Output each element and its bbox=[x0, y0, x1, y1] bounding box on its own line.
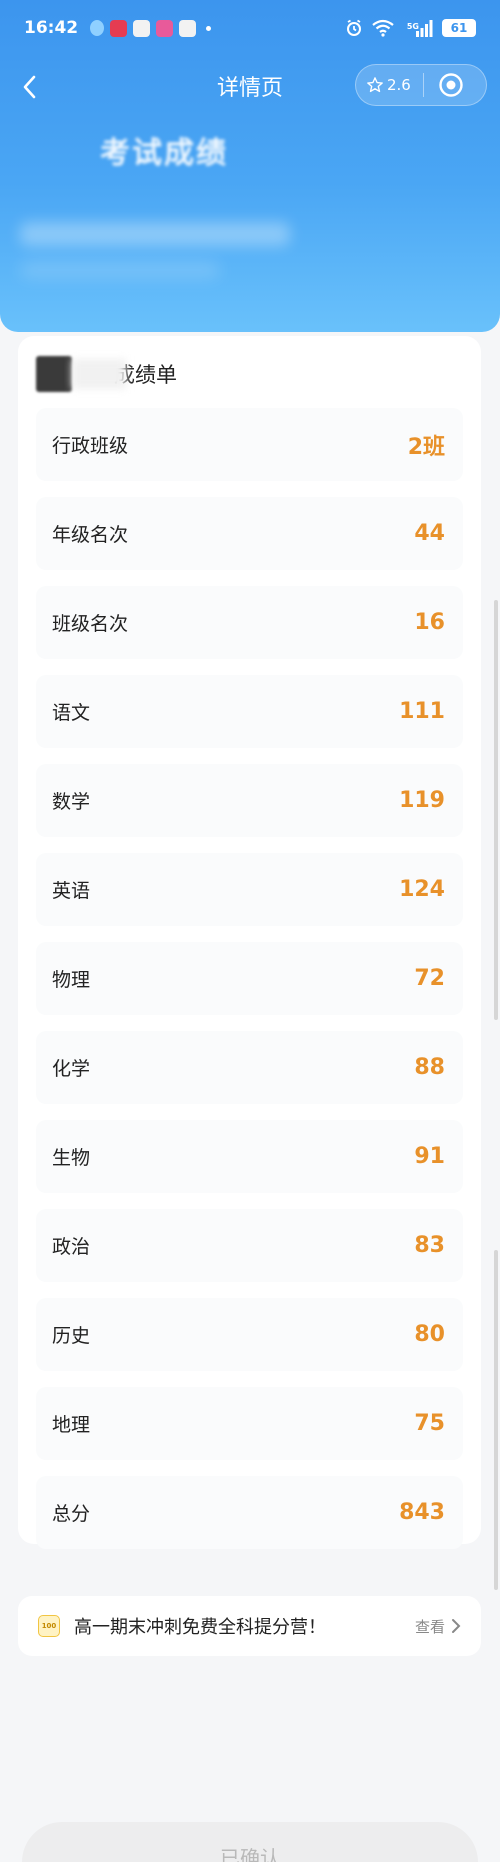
star-icon bbox=[367, 77, 383, 93]
score-row: 行政班级 2班 bbox=[36, 408, 463, 481]
rating-value: 2.6 bbox=[387, 76, 411, 94]
score-row-label: 化学 bbox=[52, 1058, 91, 1080]
promo-text: 高一期末冲刺免费全科提分营！ bbox=[74, 1617, 326, 1638]
status-bar: 16:42 5G 61 bbox=[0, 0, 500, 56]
score-row-label: 物理 bbox=[52, 969, 91, 991]
qq-icon bbox=[90, 20, 105, 36]
battery-icon: 61 bbox=[442, 19, 476, 37]
score-row: 总分 843 bbox=[36, 1476, 463, 1549]
score-list: 行政班级 2班年级名次 44 班级名次 16 语文 111 数学 119 英语 124 物理 72 化学 8… bbox=[36, 408, 463, 1565]
score-row-label: 班级名次 bbox=[52, 613, 129, 635]
miniapp-capsule[interactable]: 2.6 bbox=[355, 64, 487, 106]
score-row-value: 843 bbox=[399, 1500, 445, 1525]
chevron-right-icon bbox=[452, 1619, 461, 1633]
card-header: 成绩单 bbox=[36, 356, 177, 392]
score-row: 数学 119 bbox=[36, 764, 463, 837]
score-row-value: 16 bbox=[414, 610, 445, 635]
app-notification-icon bbox=[133, 19, 151, 37]
score-row-value: 75 bbox=[414, 1411, 445, 1436]
notification-icons bbox=[90, 19, 212, 37]
score-row: 物理 72 bbox=[36, 942, 463, 1015]
score-row-label: 数学 bbox=[52, 791, 91, 813]
promo-more-link[interactable]: 查看 bbox=[415, 1616, 461, 1637]
redacted-info bbox=[20, 222, 290, 246]
score-row-value: 2班 bbox=[407, 434, 445, 460]
score-row: 化学 88 bbox=[36, 1031, 463, 1104]
score-row-value: 88 bbox=[414, 1055, 445, 1080]
score-row-label: 总分 bbox=[52, 1503, 91, 1525]
redacted-avatar bbox=[36, 356, 72, 392]
promo-banner[interactable]: 100 高一期末冲刺免费全科提分营！ 查看 bbox=[18, 1596, 481, 1656]
score-row-value: 44 bbox=[414, 521, 445, 546]
promo-badge-icon: 100 bbox=[38, 1615, 60, 1637]
app-notification-icon bbox=[179, 19, 197, 37]
app-notification-icon bbox=[156, 19, 174, 37]
confirm-button[interactable]: 已确认 bbox=[22, 1822, 478, 1862]
score-row-value: 111 bbox=[399, 699, 445, 724]
score-row-value: 124 bbox=[399, 877, 445, 902]
redacted-name bbox=[72, 359, 126, 389]
exam-heading: 考试成绩 bbox=[100, 136, 228, 171]
score-row: 生物 91 bbox=[36, 1120, 463, 1193]
score-card: 成绩单 行政班级 2班年级名次 44 班级名次 16 语文 111 数学 119 英语 124 物理 7… bbox=[18, 336, 481, 1549]
score-row-label: 地理 bbox=[52, 1414, 91, 1436]
score-row-label: 语文 bbox=[52, 702, 91, 724]
score-row: 历史 80 bbox=[36, 1298, 463, 1371]
wifi-icon bbox=[372, 19, 394, 37]
app-notification-icon bbox=[110, 19, 128, 37]
target-icon[interactable] bbox=[438, 72, 464, 98]
rating-button[interactable]: 2.6 bbox=[366, 76, 411, 94]
score-row-value: 72 bbox=[414, 966, 445, 991]
score-row-value: 119 bbox=[399, 788, 445, 813]
score-row-label: 年级名次 bbox=[52, 524, 129, 546]
score-row: 语文 111 bbox=[36, 675, 463, 748]
redacted-info bbox=[20, 262, 220, 278]
score-row-label: 行政班级 bbox=[52, 435, 129, 457]
score-row: 政治 83 bbox=[36, 1209, 463, 1282]
status-indicators: 5G 61 bbox=[345, 19, 476, 37]
status-time: 16:42 bbox=[24, 18, 79, 38]
more-notifications-icon bbox=[206, 25, 212, 31]
score-row-label: 历史 bbox=[52, 1325, 91, 1347]
score-row-label: 英语 bbox=[52, 880, 91, 902]
scrollbar-thumb[interactable] bbox=[494, 600, 498, 1020]
score-row: 英语 124 bbox=[36, 853, 463, 926]
score-row-label: 生物 bbox=[52, 1147, 91, 1169]
score-row-label: 政治 bbox=[52, 1236, 91, 1258]
score-row-value: 83 bbox=[414, 1233, 445, 1258]
scrollbar[interactable] bbox=[494, 600, 498, 1600]
score-row-value: 91 bbox=[414, 1144, 445, 1169]
capsule-divider bbox=[422, 73, 424, 97]
promo-more-label: 查看 bbox=[414, 1617, 445, 1636]
score-row: 地理 75 bbox=[36, 1387, 463, 1460]
score-row: 班级名次 16 bbox=[36, 586, 463, 659]
alarm-icon bbox=[346, 19, 361, 36]
scrollbar-thumb[interactable] bbox=[494, 1250, 498, 1590]
score-row-value: 80 bbox=[414, 1322, 445, 1347]
score-detail-screen: 16:42 5G 61 详情页 2.6 考试成绩 成绩单 行政班级 2班 年级名… bbox=[0, 0, 500, 1862]
network-type: 5G bbox=[406, 22, 419, 31]
score-row: 年级名次 44 bbox=[36, 497, 463, 570]
signal-indicator: 5G bbox=[403, 19, 433, 37]
